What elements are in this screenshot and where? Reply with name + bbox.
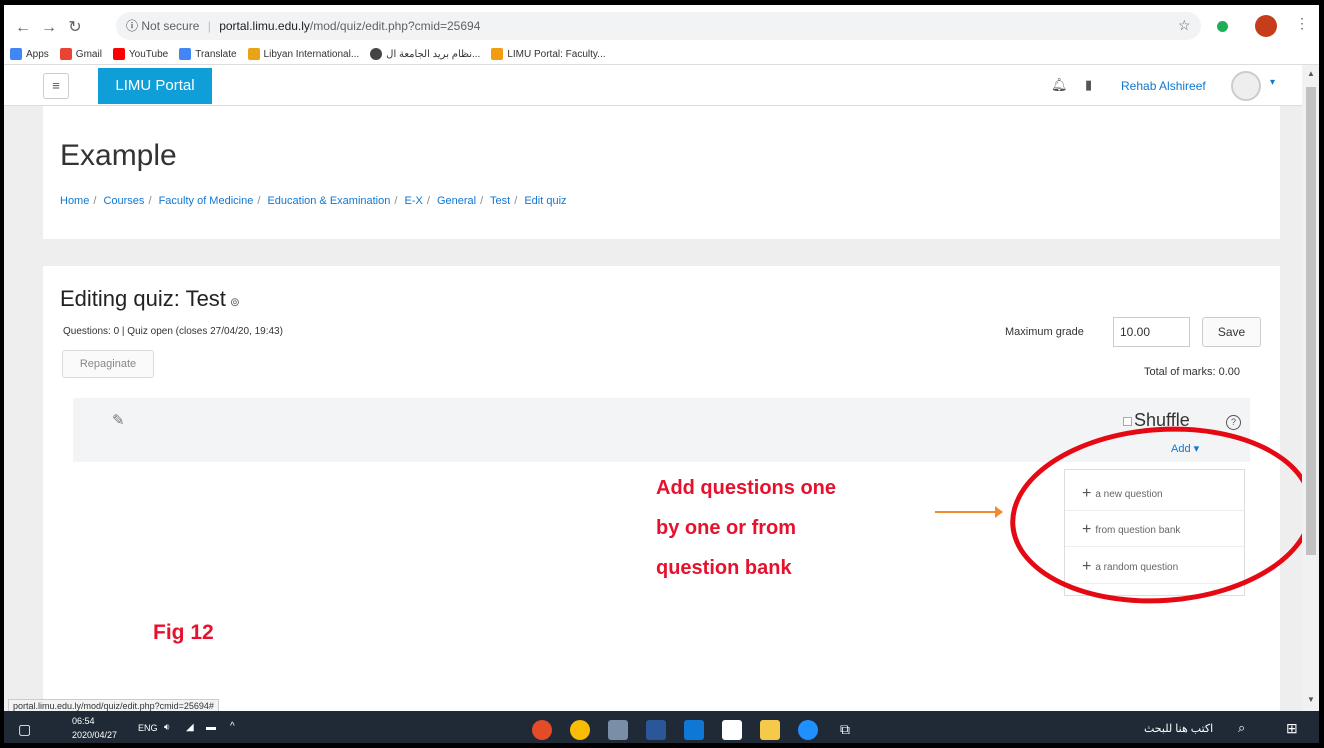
chevron-down-icon[interactable]: ▾ [1270,77,1275,88]
chrome-icon[interactable] [570,720,590,740]
max-grade-label: Maximum grade [1005,326,1084,338]
page-title: Example [60,139,177,172]
screenshot-frame: ← → ↻ ⓘ Not secure | portal.limu.edu.ly/… [0,0,1324,748]
more-menu-icon[interactable]: ⋮ [1295,15,1309,32]
address-bar[interactable]: ⓘ Not secure | portal.limu.edu.ly/mod/qu… [116,12,1201,40]
browser-toolbar: ← → ↻ ⓘ Not secure | portal.limu.edu.ly/… [4,5,1319,65]
windows-start-icon[interactable]: ⊞ [1286,720,1298,737]
bookmark-youtube[interactable]: YouTube [112,48,168,60]
extension-icon[interactable] [1217,21,1228,32]
translate-icon [179,48,192,60]
site-navbar: ≡ LIMU Portal 🔔︎ ▮ Rehab Alshireef ▾ [4,65,1302,106]
breadcrumb-faculty[interactable]: Faculty of Medicine [159,195,254,207]
globe-icon [370,48,383,60]
figure-label: Fig 12 [153,621,214,644]
info-icon[interactable]: ⓘ [126,19,138,33]
user-avatar[interactable] [1231,71,1261,101]
url-host: portal.limu.edu.ly [219,19,310,33]
task-view-icon[interactable]: ⧉ [840,721,850,738]
libyan-icon [247,48,260,60]
max-grade-input[interactable] [1113,317,1190,347]
help-icon[interactable]: ⊚ [230,295,240,309]
word-icon[interactable] [646,720,666,740]
breadcrumb: Home / Courses / Faculty of Medicine / Educ… [60,195,567,207]
profile-avatar-icon[interactable] [1255,15,1277,37]
back-icon[interactable]: ← [12,17,34,39]
apps-grid-icon [10,48,22,60]
chevron-up-icon[interactable]: ^ [230,721,235,732]
annotation-line-3: question bank [656,557,792,579]
breadcrumb-test[interactable]: Test [490,195,510,207]
breadcrumb-edit-quiz[interactable]: Edit quiz [524,195,566,207]
save-button[interactable]: Save [1202,317,1261,347]
edge-icon[interactable] [798,720,818,740]
annotation-line-1: Add questions one [656,477,836,499]
bookmark-libyan[interactable]: Libyan International... [247,48,359,60]
scroll-up-icon[interactable]: ▲ [1307,69,1315,78]
bookmark-apps[interactable]: Apps [10,48,49,60]
url-path: /mod/quiz/edit.php?cmid=25694 [309,19,481,33]
language-indicator[interactable]: ENG [138,723,158,733]
hamburger-menu-icon[interactable]: ≡ [43,73,69,99]
user-name[interactable]: Rehab Alshireef [1121,79,1206,93]
google-icon [59,48,72,60]
edit-pencil-icon[interactable]: ✎ [112,411,125,429]
store-icon[interactable] [722,720,742,740]
breadcrumb-courses[interactable]: Courses [103,195,144,207]
annotation-line-2: by one or from [656,517,797,539]
security-label: Not secure [141,19,200,33]
bookmark-limu-portal[interactable]: LIMU Portal: Faculty... [491,48,606,60]
breadcrumb-home[interactable]: Home [60,195,89,207]
clock-time[interactable]: 06:54 [72,716,95,726]
bookmarks-bar: Apps Gmail YouTube Translate Libyan Inte… [10,45,606,63]
breadcrumb-education[interactable]: Education & Examination [267,195,390,207]
app-icon-powerpoint[interactable] [532,720,552,740]
clock-date[interactable]: 2020/04/27 [72,730,117,740]
youtube-icon [112,48,125,60]
breadcrumb-ex[interactable]: E-X [405,195,423,207]
bookmark-star-icon[interactable]: ☆ [1178,17,1191,34]
bookmark-translate[interactable]: Translate [179,48,237,60]
bookmark-university-mail[interactable]: نظام بريد الجامعة ال... [370,48,480,60]
total-marks: Total of marks: 0.00 [1144,366,1240,378]
taskbar: ▢ 06:54 2020/04/27 ENG 🔉︎ ◢ ▬ ^ ⧉ اكتب ه… [4,711,1319,743]
search-icon[interactable]: ⌕ [1238,720,1245,736]
reload-icon[interactable]: ↻ [64,17,86,39]
scroll-thumb[interactable] [1306,87,1316,555]
network-icon[interactable]: ◢ [186,722,194,733]
messages-icon[interactable]: ▮ [1085,77,1092,93]
page-content: ≡ LIMU Portal 🔔︎ ▮ Rehab Alshireef ▾ Exa… [4,65,1302,711]
app-icon-generic[interactable] [608,720,628,740]
bookmark-gmail[interactable]: Gmail [59,48,102,60]
annotation-arrow [935,506,1003,518]
repaginate-button[interactable]: Repaginate [62,350,154,378]
file-explorer-icon[interactable] [760,720,780,740]
battery-icon[interactable]: ▬ [206,722,216,733]
scrollbar[interactable]: ▲ ▼ [1302,65,1319,711]
action-center-icon[interactable]: ▢ [18,721,31,738]
breadcrumb-general[interactable]: General [437,195,476,207]
limu-icon [491,48,504,60]
quiz-title: Editing quiz: Test ⊚ [60,286,240,311]
forward-icon[interactable]: → [38,17,60,39]
mail-icon[interactable] [684,720,704,740]
scroll-down-icon[interactable]: ▼ [1307,695,1315,704]
quiz-info: Questions: 0 | Quiz open (closes 27/04/2… [63,326,283,337]
brand-logo[interactable]: LIMU Portal [98,68,212,104]
notification-bell-icon[interactable]: 🔔︎ [1051,77,1068,93]
help-icon[interactable]: ? [1226,415,1241,430]
search-text[interactable]: اكتب هنا للبحث [1144,722,1213,735]
volume-icon[interactable]: 🔉︎ [164,722,170,733]
page-header-card: Example Home / Courses / Faculty of Medici… [43,106,1280,239]
